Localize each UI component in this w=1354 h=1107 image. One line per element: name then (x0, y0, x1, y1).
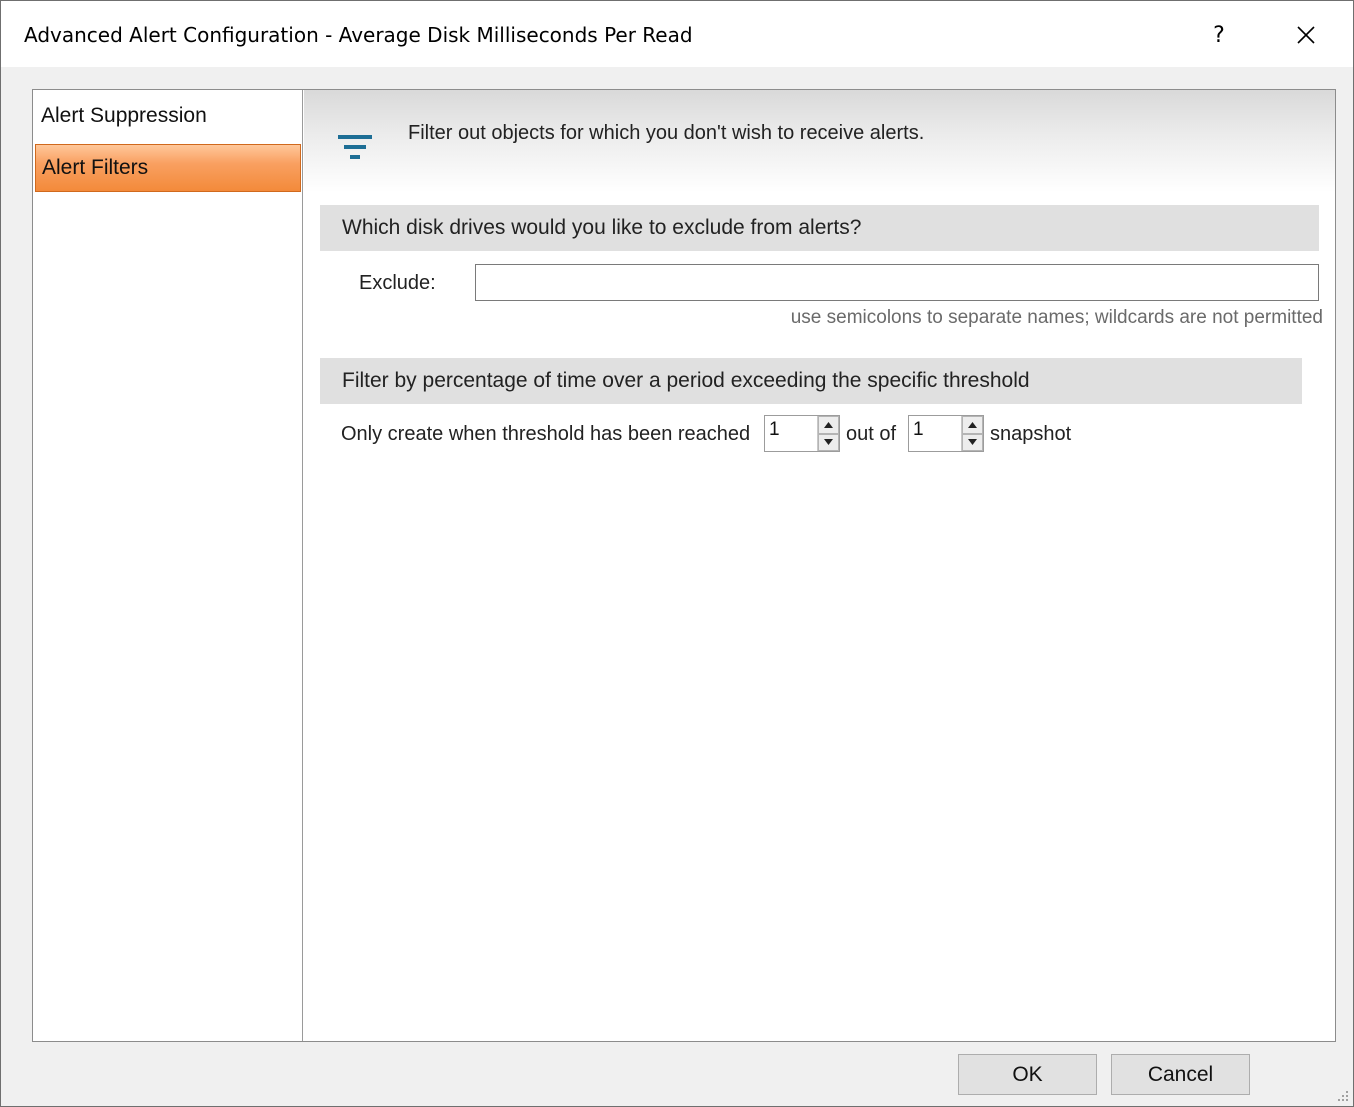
filter-icon (338, 135, 372, 159)
reached-decrement-button[interactable] (818, 433, 839, 451)
up-arrow-icon (824, 421, 833, 428)
window-title: Advanced Alert Configuration - Average D… (24, 23, 693, 47)
header-band: Filter out objects for which you don't w… (304, 90, 1335, 192)
snapshot-stepper-buttons (961, 416, 983, 451)
resize-grip-icon[interactable] (1335, 1088, 1349, 1102)
snapshot-increment-button[interactable] (962, 416, 983, 434)
up-arrow-icon (968, 421, 977, 428)
threshold-section-heading: Filter by percentage of time over a peri… (320, 358, 1302, 404)
help-button[interactable]: ? (1196, 13, 1242, 57)
reached-count-value[interactable]: 1 (765, 416, 817, 451)
reached-stepper-buttons (817, 416, 839, 451)
main-panel: Alert Suppression Alert Filters Filter o… (32, 89, 1336, 1042)
snapshot-decrement-button[interactable] (962, 433, 983, 451)
down-arrow-icon (968, 439, 977, 446)
nav-item-alert-filters[interactable]: Alert Filters (35, 144, 301, 192)
dialog-window: Advanced Alert Configuration - Average D… (0, 0, 1354, 1107)
filters-content: Filter out objects for which you don't w… (304, 90, 1335, 1041)
exclude-hint: use semicolons to separate names; wildca… (790, 307, 1323, 328)
exclude-input[interactable] (475, 264, 1319, 301)
nav-item-alert-suppression[interactable]: Alert Suppression (35, 92, 301, 140)
snapshot-count-value[interactable]: 1 (909, 416, 961, 451)
exclude-label: Exclude: (359, 272, 436, 294)
reached-count-stepper[interactable]: 1 (764, 415, 840, 452)
title-bar: Advanced Alert Configuration - Average D… (1, 1, 1353, 67)
threshold-prefix-label: Only create when threshold has been reac… (341, 423, 751, 445)
close-button[interactable] (1283, 13, 1329, 57)
down-arrow-icon (824, 439, 833, 446)
snapshot-label: snapshot (990, 423, 1072, 445)
nav-list: Alert Suppression Alert Filters (33, 90, 303, 1041)
out-of-label: out of (846, 423, 897, 445)
snapshot-count-stepper[interactable]: 1 (908, 415, 984, 452)
close-icon (1297, 26, 1315, 44)
exclude-section-heading: Which disk drives would you like to excl… (320, 205, 1319, 251)
reached-increment-button[interactable] (818, 416, 839, 434)
cancel-button[interactable]: Cancel (1111, 1054, 1250, 1095)
header-description: Filter out objects for which you don't w… (408, 122, 925, 144)
ok-button[interactable]: OK (958, 1054, 1097, 1095)
